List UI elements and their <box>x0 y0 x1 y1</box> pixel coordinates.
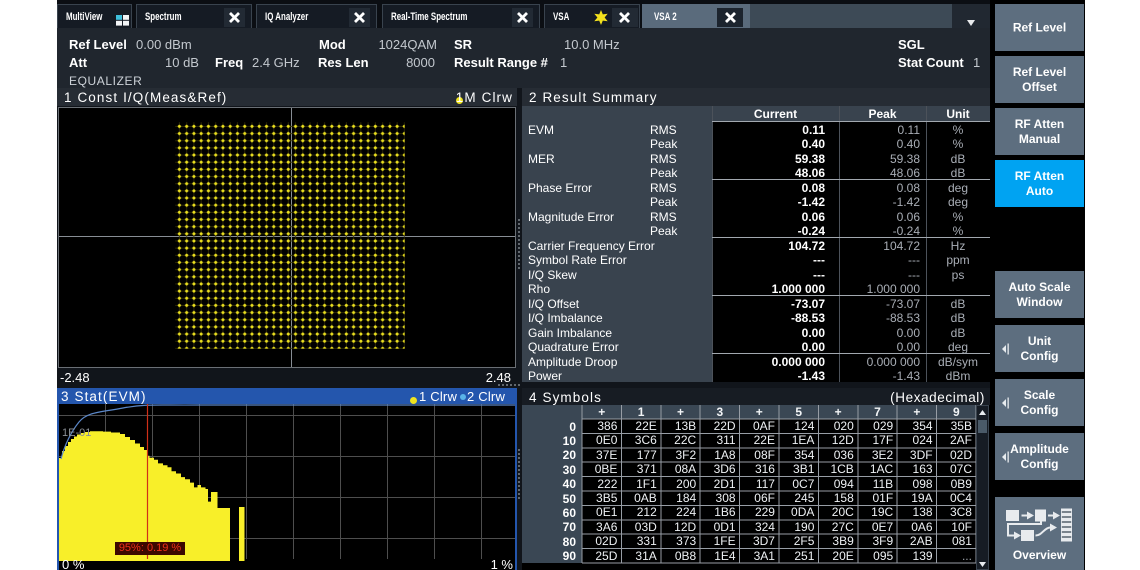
svg-text:1E-01: 1E-01 <box>62 427 91 439</box>
